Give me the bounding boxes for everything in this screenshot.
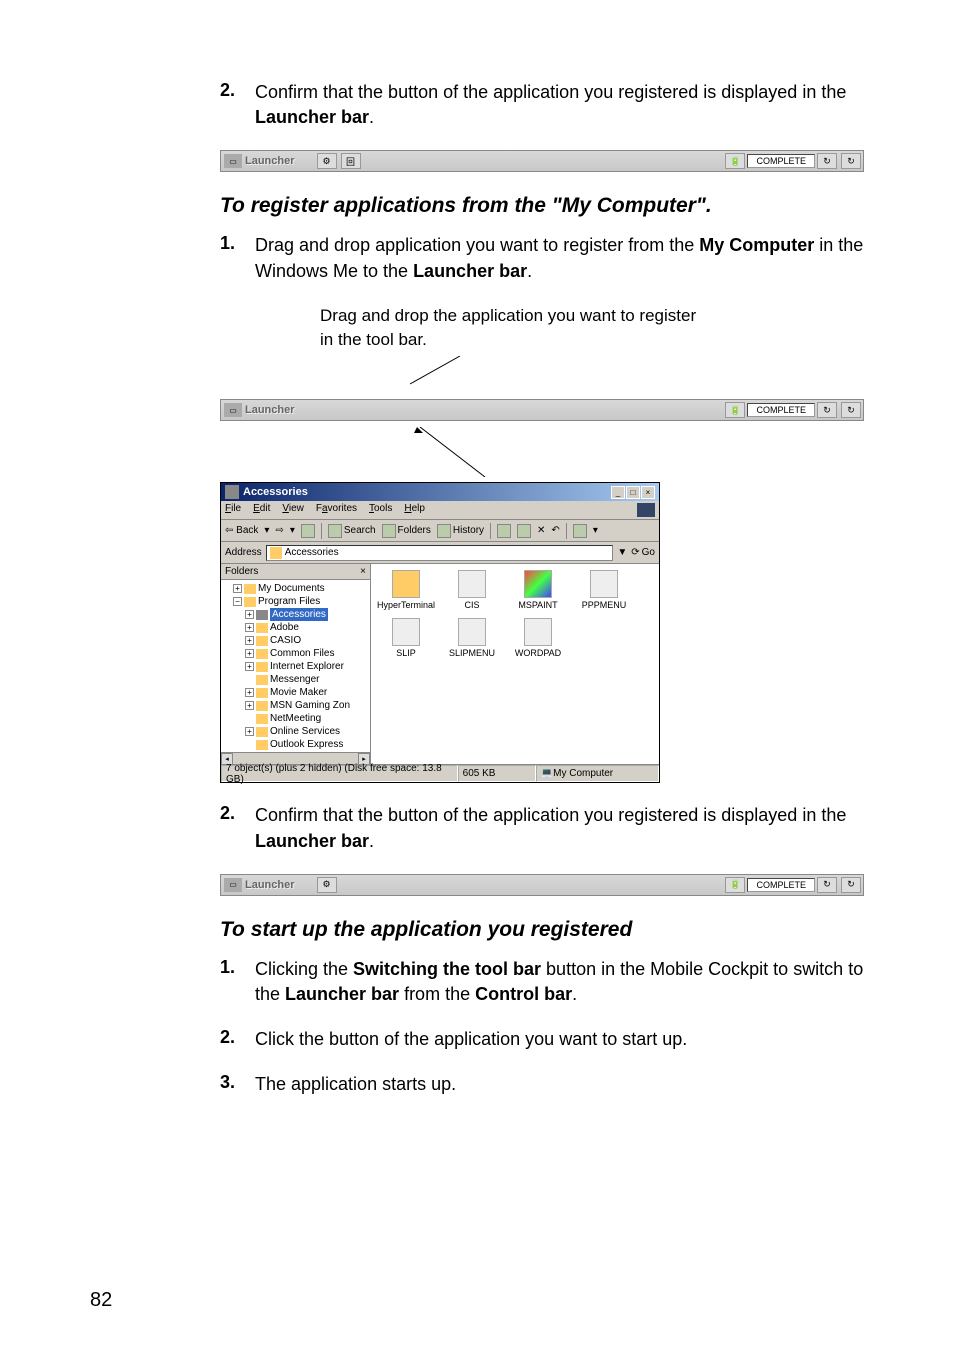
undo-button[interactable]: ↶ <box>551 525 559 536</box>
launcher-toggle-btn[interactable]: 🔋 <box>725 877 745 893</box>
minimize-button[interactable]: _ <box>611 486 625 499</box>
file-slipmenu[interactable]: SLIPMENU <box>443 618 501 658</box>
step-num: 2. <box>220 803 255 853</box>
file-wordpad[interactable]: WORDPAD <box>509 618 567 658</box>
step-text: Clicking the Switching the tool bar butt… <box>255 957 864 1007</box>
window-title: Accessories <box>243 486 611 498</box>
launcher-title: Launcher <box>245 404 295 416</box>
maximize-button[interactable]: □ <box>626 486 640 499</box>
moveto-button[interactable] <box>497 524 511 538</box>
folders-button[interactable]: Folders <box>382 524 431 538</box>
back-button[interactable]: ⇦ Back <box>225 525 258 536</box>
step-1c: 1. Clicking the Switching the tool bar b… <box>220 957 864 1007</box>
folder-icon <box>225 485 239 499</box>
heading-register-mycomputer: To register applications from the "My Co… <box>220 194 864 218</box>
step-num: 1. <box>220 233 255 283</box>
launcher-status: COMPLETE <box>747 403 815 417</box>
forward-button[interactable]: ⇨ <box>275 525 283 536</box>
delete-button[interactable]: ✕ <box>537 525 545 536</box>
launcher-app-btn-1[interactable]: ⚙ <box>317 877 337 893</box>
menu-edit[interactable]: Edit <box>253 503 270 517</box>
launcher-btn-b[interactable]: ↻ <box>841 877 861 893</box>
launcher-btn-a[interactable]: ↻ <box>817 402 837 418</box>
launcher-bar-2: ▭ Launcher 🔋 COMPLETE ↻ ↻ <box>220 399 864 421</box>
status-size: 605 KB <box>458 765 536 782</box>
step-num: 1. <box>220 957 255 1007</box>
step-text: Drag and drop application you want to re… <box>255 233 864 283</box>
launcher-toggle-btn[interactable]: 🔋 <box>725 402 745 418</box>
folder-icon <box>270 547 282 559</box>
explorer-addressbar: Address Accessories ▼ ⟳Go <box>221 542 659 564</box>
step-num: 2. <box>220 1027 255 1052</box>
launcher-btn-a[interactable]: ↻ <box>817 877 837 893</box>
close-button[interactable]: × <box>641 486 655 499</box>
folder-tree[interactable]: +My Documents −Program Files +Accessorie… <box>221 580 370 752</box>
launcher-bar-1: ▭ Launcher ⚙ 回 🔋 COMPLETE ↻ ↻ <box>220 150 864 172</box>
step-2b: 2. Confirm that the button of the applic… <box>220 803 864 853</box>
explorer-window: Accessories _ □ × File Edit View Favorit… <box>220 482 660 783</box>
brand-icon <box>637 503 655 517</box>
explorer-titlebar[interactable]: Accessories _ □ × <box>221 483 659 501</box>
copyto-button[interactable] <box>517 524 531 538</box>
launcher-icon: ▭ <box>224 403 242 417</box>
step-text: Click the button of the application you … <box>255 1027 687 1052</box>
menu-view[interactable]: View <box>282 503 304 517</box>
launcher-title: Launcher <box>245 879 295 891</box>
up-button[interactable] <box>301 524 315 538</box>
launcher-icon: ▭ <box>224 154 242 168</box>
file-mspaint[interactable]: MSPAINT <box>509 570 567 610</box>
step-1b: 1. Drag and drop application you want to… <box>220 233 864 283</box>
files-pane[interactable]: HyperTerminal CIS MSPAINT PPPMENU SLIP S… <box>371 564 659 764</box>
page-number: 82 <box>90 1289 112 1312</box>
close-pane-button[interactable]: × <box>360 566 366 577</box>
step-text: The application starts up. <box>255 1072 456 1097</box>
file-pppmenu[interactable]: PPPMENU <box>575 570 633 610</box>
menu-help[interactable]: Help <box>404 503 425 517</box>
launcher-btn-b[interactable]: ↻ <box>841 402 861 418</box>
step-text: Confirm that the button of the applicati… <box>255 803 864 853</box>
launcher-bar-3: ▭ Launcher ⚙ 🔋 COMPLETE ↻ ↻ <box>220 874 864 896</box>
drag-arrow <box>220 427 660 477</box>
address-input[interactable]: Accessories <box>266 545 614 561</box>
history-button[interactable]: History <box>437 524 484 538</box>
step-3c: 3. The application starts up. <box>220 1072 864 1097</box>
go-button[interactable]: ⟳Go <box>631 547 655 558</box>
file-slip[interactable]: SLIP <box>377 618 435 658</box>
address-label: Address <box>225 547 262 558</box>
step-text: Confirm that the button of the applicati… <box>255 80 864 130</box>
launcher-btn-a[interactable]: ↻ <box>817 153 837 169</box>
step-num: 3. <box>220 1072 255 1097</box>
status-objects: 7 object(s) (plus 2 hidden) (Disk free s… <box>221 765 458 782</box>
launcher-status: COMPLETE <box>747 154 815 168</box>
launcher-title: Launcher <box>245 155 295 167</box>
step-num: 2. <box>220 80 255 130</box>
launcher-toggle-btn[interactable]: 🔋 <box>725 153 745 169</box>
launcher-app-btn-2[interactable]: 回 <box>341 153 361 169</box>
step-2: 2. Confirm that the button of the applic… <box>220 80 864 130</box>
launcher-app-btn-1[interactable]: ⚙ <box>317 153 337 169</box>
drag-caption: Drag and drop the application you want t… <box>320 304 864 352</box>
launcher-icon: ▭ <box>224 878 242 892</box>
explorer-menubar: File Edit View Favorites Tools Help <box>221 501 659 520</box>
menu-tools[interactable]: Tools <box>369 503 392 517</box>
menu-favorites[interactable]: Favorites <box>316 503 357 517</box>
folders-pane: Folders × +My Documents −Program Files +… <box>221 564 371 764</box>
explorer-statusbar: 7 object(s) (plus 2 hidden) (Disk free s… <box>221 764 659 782</box>
launcher-status: COMPLETE <box>747 878 815 892</box>
menu-file[interactable]: File <box>225 503 241 517</box>
arrow-line <box>370 356 570 386</box>
step-2c: 2. Click the button of the application y… <box>220 1027 864 1052</box>
heading-startup: To start up the application you register… <box>220 918 864 942</box>
file-cis[interactable]: CIS <box>443 570 501 610</box>
explorer-toolbar: ⇦ Back ▾ ⇨ ▾ Search Folders History ✕ ↶ … <box>221 520 659 542</box>
status-location: 💻 My Computer <box>536 765 659 782</box>
views-button[interactable] <box>573 524 587 538</box>
search-button[interactable]: Search <box>328 524 376 538</box>
folders-header: Folders × <box>221 564 370 580</box>
launcher-btn-b[interactable]: ↻ <box>841 153 861 169</box>
file-hyperterminal[interactable]: HyperTerminal <box>377 570 435 610</box>
